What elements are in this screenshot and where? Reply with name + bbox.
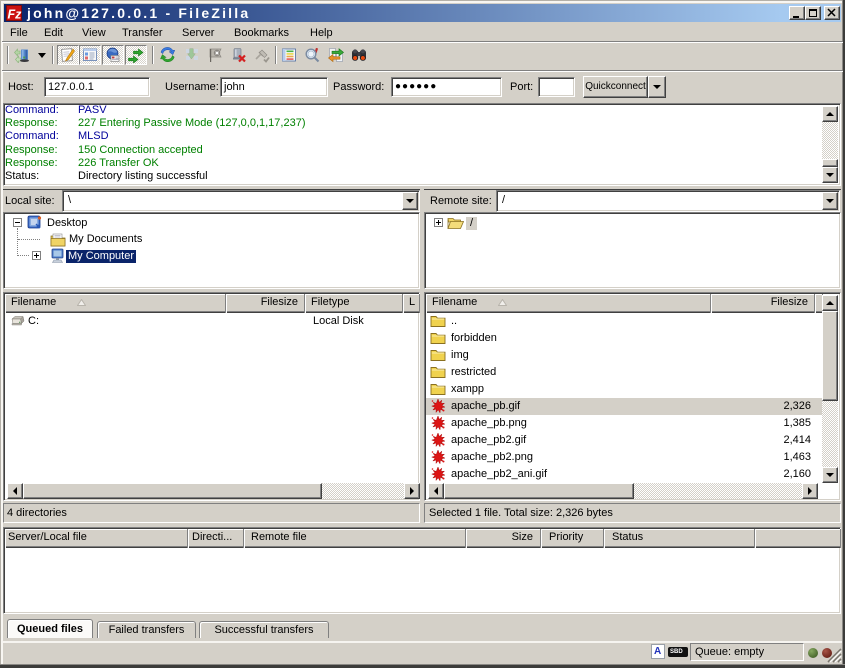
svg-text:Fz: Fz — [8, 8, 23, 22]
